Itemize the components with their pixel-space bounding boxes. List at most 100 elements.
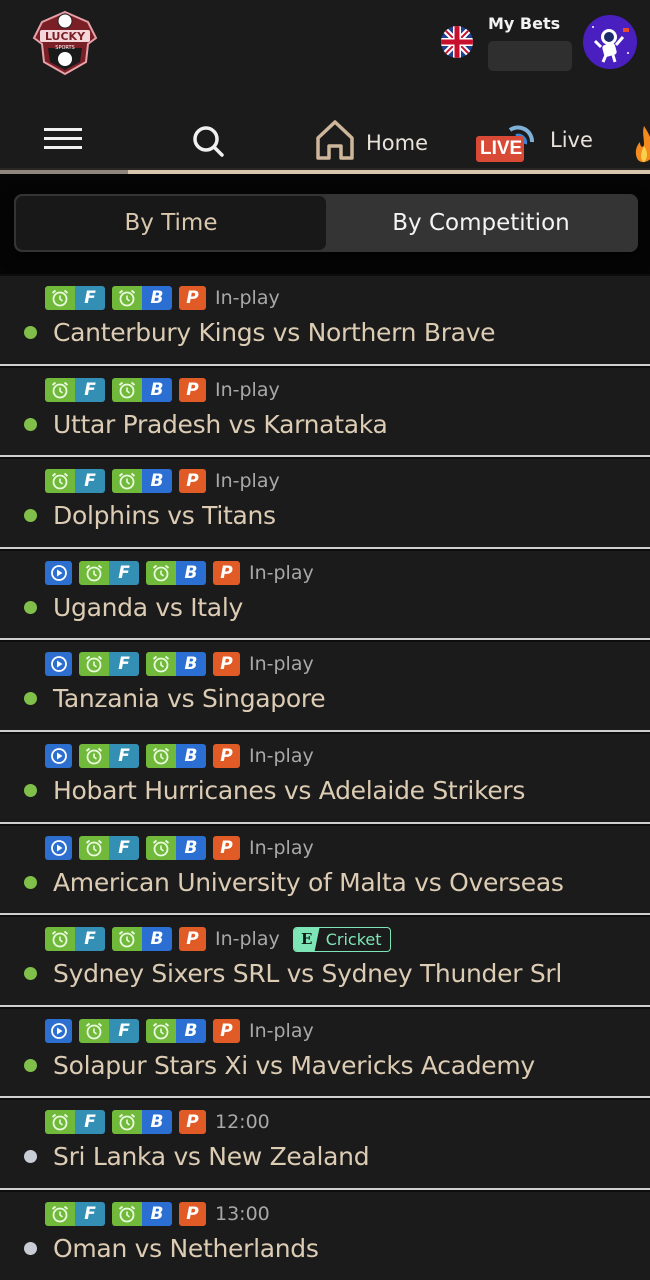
match-title[interactable]: Sri Lanka vs New Zealand <box>24 1142 370 1171</box>
match-name[interactable]: Tanzania vs Singapore <box>53 684 326 713</box>
my-bets-count[interactable] <box>488 41 572 71</box>
fancy-letter: F <box>109 1018 139 1043</box>
match-title[interactable]: Canterbury Kings vs Northern Brave <box>24 318 496 347</box>
uk-flag-icon[interactable] <box>441 26 473 58</box>
match-status: In-play <box>249 653 314 676</box>
match-title[interactable]: Sydney Sixers SRL vs Sydney Thunder Srl <box>24 959 562 988</box>
lucky-sports-logo[interactable]: LUCKY SPORTS <box>30 8 100 78</box>
match-title[interactable]: Solapur Stars Xi vs Mavericks Academy <box>24 1051 535 1080</box>
match-status: 13:00 <box>215 1202 270 1225</box>
bookmaker-badge: B <box>112 1110 172 1135</box>
alarm-clock-icon <box>79 652 109 677</box>
fancy-badge: F <box>45 469 105 494</box>
by-competition-tab[interactable]: By Competition <box>326 196 636 250</box>
match-status: 12:00 <box>215 1111 270 1134</box>
fancy-letter: F <box>75 927 105 952</box>
fancy-badge: F <box>79 743 139 768</box>
match-title[interactable]: Hobart Hurricanes vs Adelaide Strikers <box>24 776 525 805</box>
match-name[interactable]: Hobart Hurricanes vs Adelaide Strikers <box>53 776 525 805</box>
match-status: In-play <box>249 561 314 584</box>
alarm-clock-icon <box>112 469 142 494</box>
premium-badge: P <box>213 652 240 677</box>
fire-icon[interactable] <box>634 124 650 164</box>
live-broadcast-icon: LIVE <box>476 116 544 164</box>
bookmaker-letter: B <box>176 835 206 860</box>
match-row[interactable]: F B P In-play Uttar Pradesh vs Karnataka <box>0 365 650 458</box>
search-icon[interactable] <box>191 124 227 160</box>
live-stream-icon <box>45 1018 72 1043</box>
hamburger-icon[interactable] <box>44 128 82 150</box>
match-row[interactable]: F B P In-play Uganda vs Italy <box>0 548 650 641</box>
match-row[interactable]: F B P In-play American University of Mal… <box>0 823 650 916</box>
match-name[interactable]: Dolphins vs Titans <box>53 501 276 530</box>
match-title[interactable]: American University of Malta vs Overseas <box>24 868 564 897</box>
market-badges: F B P In-play <box>45 286 280 310</box>
live-status-dot <box>24 1058 37 1072</box>
match-row[interactable]: F B P 12:00 Sri Lanka vs New Zealand <box>0 1098 650 1190</box>
premium-badge: P <box>213 743 240 768</box>
bookmaker-letter: B <box>142 377 172 402</box>
match-name[interactable]: Oman vs Netherlands <box>53 1234 319 1263</box>
market-badges: F B P 13:00 <box>45 1201 270 1226</box>
fancy-badge: F <box>79 835 139 860</box>
bookmaker-badge: B <box>146 835 206 860</box>
match-status: In-play <box>249 1019 314 1042</box>
live-status-dot <box>24 417 37 431</box>
match-row[interactable]: F B P In-play Dolphins vs Titans <box>0 457 650 549</box>
match-list: F B P In-play Canterbury Kings vs Northe… <box>0 274 650 1280</box>
my-bets-label[interactable]: My Bets <box>488 14 560 33</box>
bookmaker-letter: B <box>176 1018 206 1043</box>
bookmaker-badge: B <box>112 1201 172 1226</box>
match-title[interactable]: Oman vs Netherlands <box>24 1234 319 1263</box>
fancy-letter: F <box>109 560 139 585</box>
match-name[interactable]: Sydney Sixers SRL vs Sydney Thunder Srl <box>53 959 562 988</box>
match-status: In-play <box>215 287 280 309</box>
alarm-clock-icon <box>45 286 75 310</box>
live-badge-text: LIVE <box>480 138 523 159</box>
match-name[interactable]: Uttar Pradesh vs Karnataka <box>53 410 388 439</box>
svg-text:LUCKY: LUCKY <box>45 30 86 43</box>
bookmaker-letter: B <box>176 560 206 585</box>
nav-live[interactable]: LIVE Live <box>476 116 593 164</box>
match-title[interactable]: Dolphins vs Titans <box>24 501 276 530</box>
alarm-clock-icon <box>45 1201 75 1226</box>
bookmaker-badge: B <box>112 469 172 494</box>
home-icon <box>314 118 356 167</box>
match-name[interactable]: Uganda vs Italy <box>53 593 243 622</box>
by-time-tab[interactable]: By Time <box>16 196 326 250</box>
astronaut-avatar-icon[interactable] <box>583 15 637 69</box>
fancy-letter: F <box>75 286 105 310</box>
live-stream-icon <box>45 652 72 677</box>
bookmaker-badge: B <box>146 743 206 768</box>
bookmaker-badge: B <box>146 1018 206 1043</box>
fancy-badge: F <box>79 560 139 585</box>
premium-badge: P <box>179 469 206 494</box>
match-status: In-play <box>215 928 280 951</box>
match-row[interactable]: F B P In-play Canterbury Kings vs Northe… <box>0 274 650 366</box>
nav-home[interactable]: Home <box>314 118 428 167</box>
nav-home-label: Home <box>366 130 429 155</box>
match-title[interactable]: Uganda vs Italy <box>24 593 243 622</box>
alarm-clock-icon <box>45 469 75 494</box>
bookmaker-badge: B <box>112 377 172 402</box>
match-title[interactable]: Uttar Pradesh vs Karnataka <box>24 410 388 439</box>
match-row[interactable]: F B P In-play Hobart Hurricanes vs Adela… <box>0 731 650 824</box>
match-name[interactable]: American University of Malta vs Overseas <box>53 868 564 897</box>
live-status-dot <box>24 875 37 889</box>
bookmaker-letter: B <box>142 469 172 494</box>
ecricket-badge: E Cricket <box>292 926 391 952</box>
match-name[interactable]: Canterbury Kings vs Northern Brave <box>53 318 496 347</box>
match-row[interactable]: F B P In-play Solapur Stars Xi vs Maveri… <box>0 1006 650 1099</box>
alarm-clock-icon <box>146 743 176 768</box>
match-name[interactable]: Sri Lanka vs New Zealand <box>53 1142 370 1171</box>
fancy-letter: F <box>109 743 139 768</box>
match-title[interactable]: Tanzania vs Singapore <box>24 684 326 713</box>
match-row[interactable]: F B P In-play E Cricket Sydney Sixers SR… <box>0 915 650 1007</box>
alarm-clock-icon <box>79 1018 109 1043</box>
match-row[interactable]: F B P In-play Tanzania vs Singapore <box>0 640 650 732</box>
market-badges: F B P In-play <box>45 1018 314 1043</box>
alarm-clock-icon <box>146 560 176 585</box>
bookmaker-badge: B <box>112 286 172 310</box>
match-name[interactable]: Solapur Stars Xi vs Mavericks Academy <box>53 1051 535 1080</box>
match-row[interactable]: F B P 13:00 Oman vs Netherlands <box>0 1189 650 1280</box>
